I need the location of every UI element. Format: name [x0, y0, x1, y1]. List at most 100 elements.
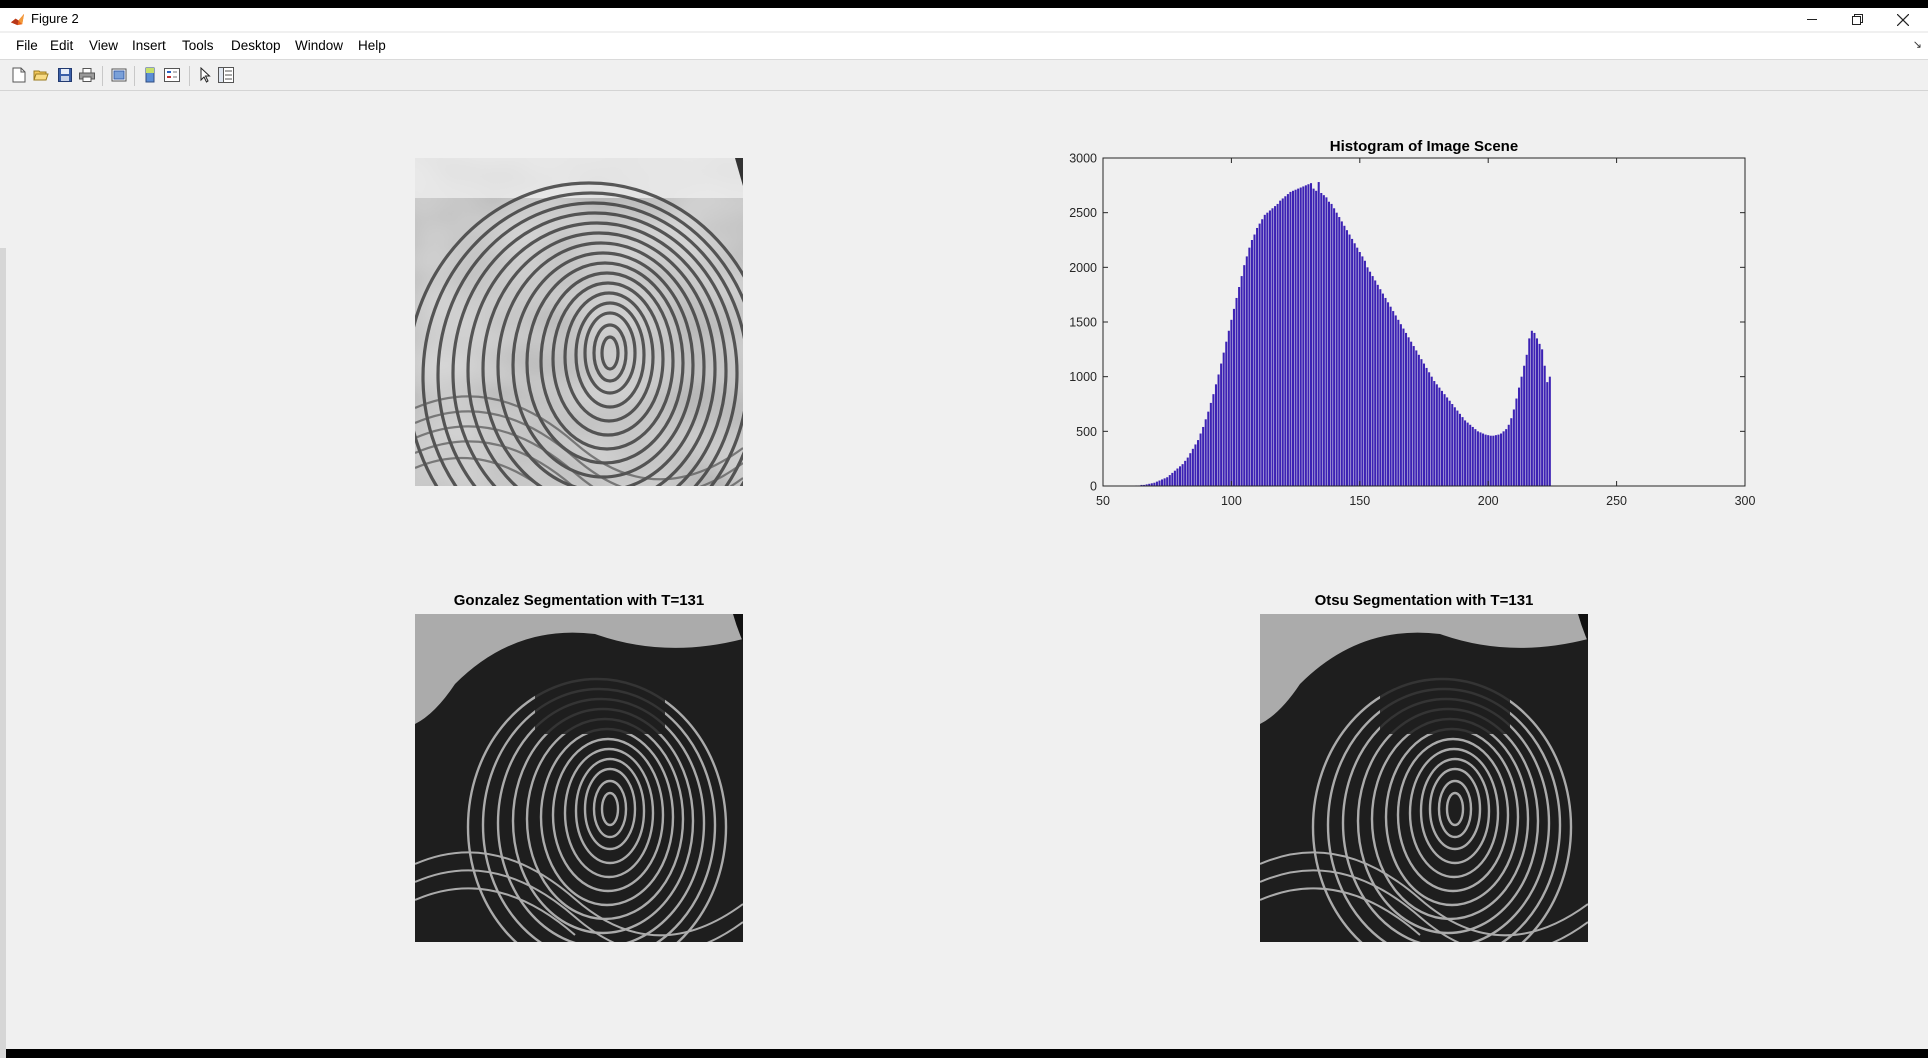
x-tick-label: 50: [1096, 494, 1110, 508]
histogram-bar: [1523, 365, 1526, 486]
save-button[interactable]: [56, 66, 74, 84]
histogram-bar: [1500, 433, 1503, 486]
toolbar-separator: [189, 66, 190, 86]
histogram-bar: [1184, 460, 1187, 486]
insert-legend-icon: [164, 68, 180, 82]
histogram-bar: [1271, 208, 1274, 487]
insert-colorbar-icon: [145, 67, 155, 83]
histogram-bar: [1315, 190, 1318, 487]
histogram-bar: [1163, 478, 1166, 486]
edit-plot-button[interactable]: [196, 66, 214, 84]
histogram-bar: [1258, 223, 1261, 486]
menu-file[interactable]: File: [16, 38, 38, 53]
otsu-segmentation-image[interactable]: [1260, 614, 1588, 942]
insert-legend-button[interactable]: [163, 66, 181, 84]
menu-edit[interactable]: Edit: [50, 38, 73, 53]
histogram-bar: [1517, 387, 1521, 486]
histogram-bar: [1333, 208, 1336, 487]
histogram-bar: [1161, 479, 1164, 486]
insert-colorbar-button[interactable]: [141, 66, 159, 84]
histogram-bar: [1279, 200, 1282, 486]
histogram-bar: [1453, 407, 1456, 486]
histogram-bar: [1263, 214, 1266, 486]
histogram-bar: [1410, 341, 1413, 486]
menu-desktop[interactable]: Desktop: [231, 38, 281, 53]
histogram-bar: [1448, 400, 1451, 486]
histogram-bar: [1356, 247, 1359, 486]
histogram-bar: [1376, 284, 1379, 486]
new-figure-button[interactable]: [10, 66, 28, 84]
histogram-bar: [1440, 390, 1443, 486]
histogram-bar: [1363, 260, 1366, 486]
figure-toolbar: [0, 59, 1928, 91]
window-title: Figure 2: [31, 11, 79, 26]
histogram-title: Histogram of Image Scene: [1330, 138, 1518, 155]
histogram-bar: [1381, 293, 1384, 486]
histogram-bar: [1181, 464, 1184, 486]
x-tick-label: 300: [1735, 494, 1756, 508]
histogram-bar: [1199, 433, 1202, 486]
histogram-bar: [1320, 192, 1323, 487]
histogram-bar: [1476, 431, 1479, 486]
otsu-axes-title: Otsu Segmentation with T=131: [1314, 592, 1534, 609]
histogram-bar: [1173, 470, 1176, 486]
matlab-logo-icon: [10, 13, 25, 26]
link-plot-button[interactable]: [110, 66, 128, 84]
histogram-bar: [1458, 413, 1461, 486]
histogram-bar: [1261, 219, 1264, 487]
histogram-bar: [1520, 376, 1523, 486]
histogram-bar: [1155, 481, 1158, 486]
menu-help[interactable]: Help: [358, 38, 386, 53]
y-tick-label: 1500: [1069, 316, 1097, 330]
histogram-bar: [1338, 217, 1341, 487]
histogram-bar: [1284, 196, 1287, 486]
x-tick-label: 150: [1349, 494, 1370, 508]
close-button[interactable]: [1880, 8, 1926, 31]
histogram-bar: [1456, 410, 1459, 486]
gonzalez-segmentation-image[interactable]: [415, 614, 743, 942]
print-button[interactable]: [78, 66, 96, 84]
histogram-bar: [1402, 328, 1405, 486]
histogram-bar: [1443, 394, 1446, 486]
histogram-bar: [1425, 367, 1428, 486]
dock-arrow-icon[interactable]: ↘: [1913, 38, 1922, 51]
menu-insert[interactable]: Insert: [132, 38, 166, 53]
menu-bar: File Edit View Insert Tools Desktop Wind…: [0, 33, 1928, 59]
histogram-bar: [1389, 306, 1392, 486]
histogram-bar: [1327, 201, 1331, 487]
histogram-bar: [1266, 212, 1269, 487]
histogram-bar: [1397, 319, 1400, 486]
histogram-bar: [1227, 330, 1230, 486]
histogram-bar: [1482, 433, 1485, 486]
figure-window: Figure 2 File Edit View Insert Tools Des…: [0, 8, 1928, 1058]
original-fingerprint-image[interactable]: [415, 158, 743, 486]
restore-icon: [1851, 14, 1863, 25]
histogram-bar: [1369, 271, 1372, 486]
histogram-bar: [1212, 394, 1215, 486]
histogram-bar: [1451, 404, 1454, 486]
histogram-bar: [1384, 297, 1387, 486]
menu-window[interactable]: Window: [295, 38, 343, 53]
gonzalez-axes-title: Gonzalez Segmentation with T=131: [453, 592, 705, 609]
window-edge: [0, 248, 6, 1058]
edit-plot-icon: [200, 67, 211, 83]
minimize-button[interactable]: [1789, 8, 1835, 31]
histogram-bar: [1253, 234, 1256, 486]
histogram-bar: [1479, 432, 1482, 486]
x-tick-label: 100: [1221, 494, 1242, 508]
menu-view[interactable]: View: [89, 38, 118, 53]
y-tick-label: 3000: [1069, 152, 1097, 166]
binary-fingerprint-icon: [415, 614, 743, 942]
y-tick-label: 500: [1076, 425, 1097, 439]
histogram-bar: [1281, 198, 1284, 486]
menu-tools[interactable]: Tools: [182, 38, 214, 53]
histogram-bar: [1422, 363, 1426, 486]
restore-button[interactable]: [1834, 8, 1880, 31]
histogram-bar: [1220, 363, 1223, 486]
histogram-bar: [1230, 319, 1233, 486]
open-file-button[interactable]: [32, 66, 50, 84]
histogram-bar: [1214, 384, 1218, 486]
histogram-bar: [1232, 308, 1235, 486]
link-plot-icon: [111, 68, 127, 82]
property-inspector-button[interactable]: [217, 66, 235, 84]
